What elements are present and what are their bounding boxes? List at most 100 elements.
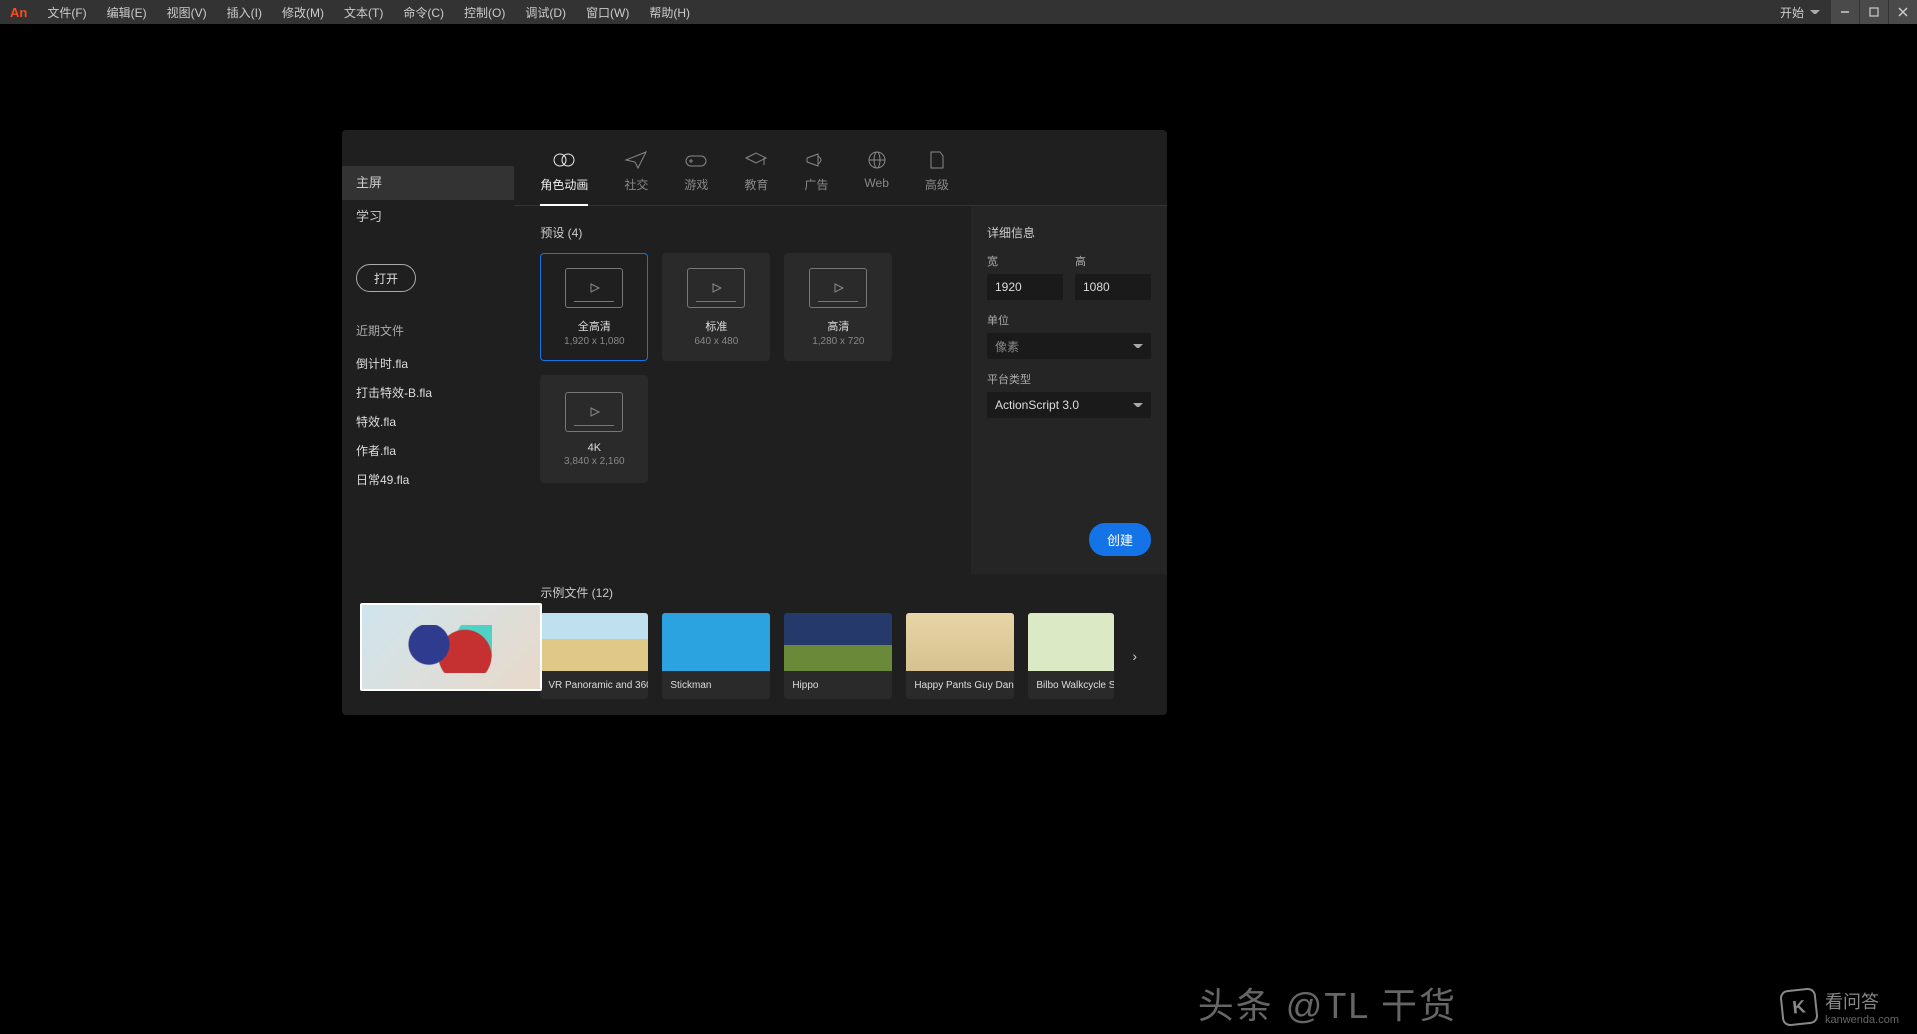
tab-label: 广告 — [804, 176, 828, 193]
preset-standard[interactable]: 标准 640 x 480 — [662, 253, 770, 361]
gamepad-icon — [684, 150, 708, 170]
preset-thumb-icon — [565, 268, 623, 308]
watermark-headline: 头条 @TL 干货 — [1198, 977, 1457, 1029]
preset-dimensions: 1,280 x 720 — [812, 336, 864, 347]
app-logo: An — [0, 5, 37, 20]
preset-dimensions: 3,840 x 2,160 — [564, 456, 625, 467]
preset-name: 全高清 — [578, 318, 611, 334]
sample-card[interactable]: VR Panoramic and 360 ... — [540, 613, 648, 699]
preset-name: 标准 — [705, 318, 727, 334]
minimize-button[interactable] — [1831, 0, 1859, 24]
tab-game[interactable]: 游戏 — [684, 150, 708, 205]
height-input[interactable] — [1075, 274, 1151, 300]
menu-help[interactable]: 帮助(H) — [639, 4, 700, 21]
chevron-down-icon — [1133, 344, 1143, 348]
width-label: 宽 — [987, 253, 1063, 269]
menu-view[interactable]: 视图(V) — [157, 4, 217, 21]
tab-advanced[interactable]: 高级 — [925, 150, 949, 205]
preset-hd[interactable]: 高清 1,280 x 720 — [784, 253, 892, 361]
grad-cap-icon — [744, 150, 768, 170]
menu-text[interactable]: 文本(T) — [334, 4, 393, 21]
preset-dimensions: 1,920 x 1,080 — [564, 336, 625, 347]
sample-thumb — [662, 613, 770, 671]
preset-dimensions: 640 x 480 — [694, 336, 738, 347]
tab-label: 教育 — [744, 176, 768, 193]
sample-thumb — [540, 613, 648, 671]
sample-label: Hippo — [784, 671, 892, 699]
unit-value: 像素 — [995, 338, 1019, 355]
recent-file[interactable]: 倒计时.fla — [342, 349, 514, 378]
featured-sample-thumb[interactable] — [360, 603, 542, 691]
menu-window[interactable]: 窗口(W) — [576, 4, 639, 21]
menu-file[interactable]: 文件(F) — [37, 4, 96, 21]
samples-heading: 示例文件 (12) — [540, 584, 1141, 601]
platform-value: ActionScript 3.0 — [995, 398, 1079, 412]
close-button[interactable] — [1889, 0, 1917, 24]
tab-ads[interactable]: 广告 — [804, 150, 828, 205]
platform-select[interactable]: ActionScript 3.0 — [987, 392, 1151, 418]
document-icon — [925, 150, 949, 170]
menu-insert[interactable]: 插入(I) — [217, 4, 272, 21]
open-button[interactable]: 打开 — [356, 264, 416, 292]
tab-education[interactable]: 教育 — [744, 150, 768, 205]
samples-section: 示例文件 (12) VR Panoramic and 360 ... Stick… — [514, 574, 1167, 715]
menu-commands[interactable]: 命令(C) — [393, 4, 454, 21]
recent-file[interactable]: 作者.fla — [342, 436, 514, 465]
sample-label: Bilbo Walkcycle Side — [1028, 671, 1114, 699]
chevron-down-icon — [1810, 10, 1820, 14]
sample-label: Stickman — [662, 671, 770, 699]
globe-icon — [865, 150, 889, 170]
tab-social[interactable]: 社交 — [624, 150, 648, 205]
workspace-dropdown[interactable]: 开始 — [1770, 0, 1830, 24]
menu-bar: An 文件(F) 编辑(E) 视图(V) 插入(I) 修改(M) 文本(T) 命… — [0, 0, 1917, 24]
character-icon — [552, 150, 576, 170]
sidebar-item-learn[interactable]: 学习 — [342, 200, 514, 234]
samples-next-button[interactable]: › — [1128, 648, 1141, 664]
menu-debug[interactable]: 调试(D) — [515, 4, 576, 21]
menu-edit[interactable]: 编辑(E) — [97, 4, 157, 21]
create-button[interactable]: 创建 — [1089, 523, 1151, 556]
sample-thumb — [1028, 613, 1114, 671]
tab-label: 角色动画 — [540, 176, 588, 193]
recent-file[interactable]: 打击特效-B.fla — [342, 378, 514, 407]
presets-section: 预设 (4) 全高清 1,920 x 1,080 标准 640 x 480 — [514, 206, 971, 574]
chevron-down-icon — [1133, 403, 1143, 407]
sample-label: Happy Pants Guy Dance — [906, 671, 1014, 699]
sidebar-item-home[interactable]: 主屏 — [342, 166, 514, 200]
unit-label: 单位 — [987, 312, 1151, 328]
details-heading: 详细信息 — [987, 224, 1151, 241]
preset-full-hd[interactable]: 全高清 1,920 x 1,080 — [540, 253, 648, 361]
paper-plane-icon — [624, 150, 648, 170]
preset-4k[interactable]: 4K 3,840 x 2,160 — [540, 375, 648, 483]
width-input[interactable] — [987, 274, 1063, 300]
platform-label: 平台类型 — [987, 371, 1151, 387]
height-label: 高 — [1075, 253, 1151, 269]
tab-label: 社交 — [624, 176, 648, 193]
preset-thumb-icon — [687, 268, 745, 308]
maximize-button[interactable] — [1860, 0, 1888, 24]
preset-name: 高清 — [827, 318, 849, 334]
watermark-brand-text: 看问答 — [1825, 988, 1899, 1014]
sample-card[interactable]: Happy Pants Guy Dance — [906, 613, 1014, 699]
sample-card[interactable]: Bilbo Walkcycle Side — [1028, 613, 1114, 699]
tab-label: 高级 — [925, 176, 949, 193]
sample-card[interactable]: Hippo — [784, 613, 892, 699]
presets-heading: 预设 (4) — [540, 224, 953, 241]
sample-thumb — [906, 613, 1014, 671]
watermark-logo-icon: K — [1779, 987, 1819, 1027]
menu-control[interactable]: 控制(O) — [454, 4, 515, 21]
recent-file[interactable]: 特效.fla — [342, 407, 514, 436]
sample-thumb — [784, 613, 892, 671]
recent-file[interactable]: 日常49.fla — [342, 465, 514, 494]
watermark-url: kanwenda.com — [1825, 1014, 1899, 1026]
preset-name: 4K — [588, 442, 601, 454]
tab-label: 游戏 — [684, 176, 708, 193]
preset-thumb-icon — [809, 268, 867, 308]
tab-character-animation[interactable]: 角色动画 — [540, 150, 588, 205]
sample-card[interactable]: Stickman — [662, 613, 770, 699]
unit-select[interactable]: 像素 — [987, 333, 1151, 359]
details-panel: 详细信息 宽 高 单位 像素 平台类型 — [971, 206, 1167, 574]
menu-modify[interactable]: 修改(M) — [272, 4, 334, 21]
tab-web[interactable]: Web — [864, 150, 888, 205]
megaphone-icon — [804, 150, 828, 170]
